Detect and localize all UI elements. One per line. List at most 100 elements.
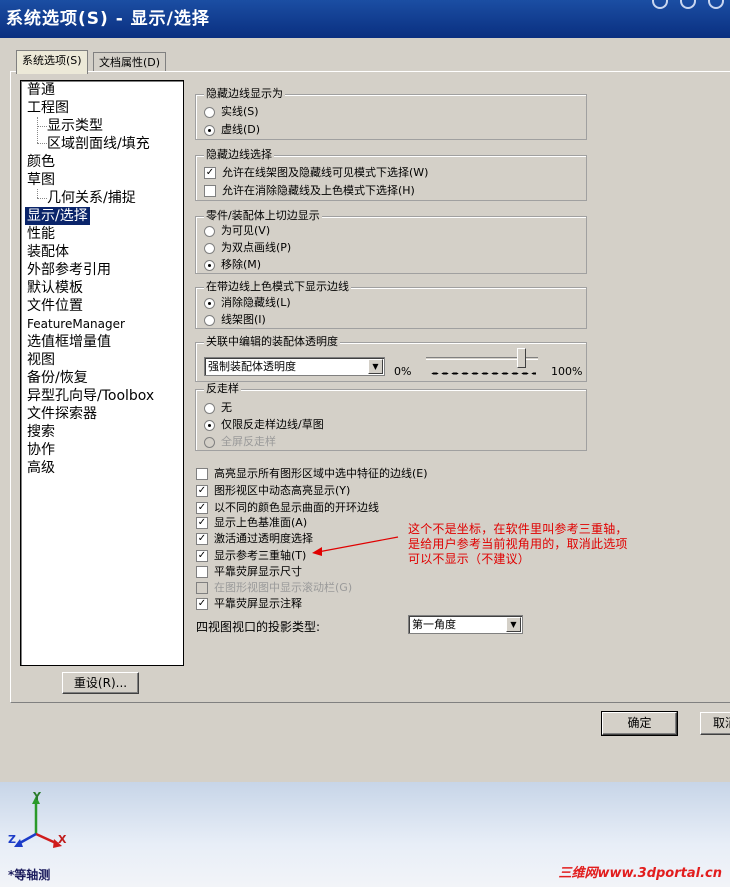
- option-label: 无: [221, 401, 232, 414]
- radio-hidden-lines-removed[interactable]: 消除隐藏线(L): [204, 296, 291, 310]
- tree-item-display-style[interactable]: 显示类型: [47, 117, 103, 135]
- radio-button[interactable]: [204, 225, 215, 237]
- radio-removed[interactable]: 移除(M): [204, 258, 261, 272]
- transparency-mode-select[interactable]: 强制装配体透明度 ▼: [204, 357, 385, 376]
- tree-item-area-hatch[interactable]: 区域剖面线/填充: [47, 135, 150, 153]
- transparency-slider-thumb[interactable]: [517, 348, 527, 368]
- group-title: 反走样: [204, 382, 241, 396]
- option-label: 仅限反走样边线/草图: [221, 418, 324, 431]
- tree-item-hole-wizard-toolbox[interactable]: 异型孔向导/Toolbox: [27, 387, 154, 405]
- checkbox-scrollbars[interactable]: 在图形视图中显示滚动栏(G): [196, 581, 352, 595]
- checkbox-reference-triad[interactable]: ✓ 显示参考三重轴(T): [196, 549, 306, 563]
- tree-item-backup-recover[interactable]: 备份/恢复: [27, 369, 88, 387]
- tree-item-relations-snaps[interactable]: 几何关系/捕捉: [47, 189, 136, 207]
- checkbox[interactable]: [196, 582, 208, 594]
- axis-y-label: Y: [33, 790, 41, 803]
- checkbox-allow-wireframe-select[interactable]: ✓ 允许在线架图及隐藏线可见模式下选择(W): [204, 166, 428, 180]
- radio-visible[interactable]: 为可见(V): [204, 224, 270, 238]
- checkbox[interactable]: ✓: [204, 167, 216, 179]
- radio-wireframe[interactable]: 线架图(I): [204, 313, 266, 327]
- checkbox[interactable]: [196, 566, 208, 578]
- radio-aa-full-scene[interactable]: 全屏反走样: [204, 435, 276, 449]
- tree-item-general[interactable]: 普通: [27, 81, 55, 99]
- checkbox[interactable]: ✓: [196, 485, 208, 497]
- tab-system-options[interactable]: 系统选项(S): [16, 50, 88, 74]
- dropdown-arrow-icon[interactable]: ▼: [368, 359, 383, 374]
- watermark: 三维网www.3dportal.cn: [558, 866, 722, 881]
- radio-button[interactable]: [204, 402, 215, 414]
- radio-aa-edges-sketches[interactable]: 仅限反走样边线/草图: [204, 418, 324, 432]
- tree-item-spin-box-increments[interactable]: 选值框增量值: [27, 333, 111, 351]
- select-value: 第一角度: [412, 618, 456, 631]
- radio-phantom[interactable]: 为双点画线(P): [204, 241, 291, 255]
- option-label: 线架图(I): [221, 313, 266, 326]
- tree-item-performance[interactable]: 性能: [27, 225, 55, 243]
- tree-item-assemblies[interactable]: 装配体: [27, 243, 69, 261]
- option-label: 虚线(D): [221, 123, 261, 136]
- checkbox-label: 高亮显示所有图形区域中选中特征的边线(E): [214, 467, 428, 480]
- radio-aa-none[interactable]: 无: [204, 401, 232, 415]
- radio-button[interactable]: [204, 314, 215, 326]
- checkbox-label: 平靠荧屏显示注释: [214, 597, 302, 610]
- tree-item-default-templates[interactable]: 默认模板: [27, 279, 83, 297]
- tree-item-collaboration[interactable]: 协作: [27, 441, 55, 459]
- checkbox-shaded-planes[interactable]: ✓ 显示上色基准面(A): [196, 516, 307, 530]
- tree-item-sketch[interactable]: 草图: [27, 171, 55, 189]
- checkbox[interactable]: ✓: [196, 517, 208, 529]
- ok-button[interactable]: 确定: [601, 711, 678, 736]
- tree-item-colors[interactable]: 颜色: [27, 153, 55, 171]
- checkbox-open-edges-color[interactable]: ✓ 以不同的颜色显示曲面的开环边线: [196, 501, 379, 515]
- tree-connector: [37, 126, 47, 127]
- tab-label: 文档属性(D): [99, 56, 161, 69]
- radio-button[interactable]: [204, 106, 215, 118]
- tree-item-search[interactable]: 搜索: [27, 423, 55, 441]
- checkbox[interactable]: [204, 185, 216, 197]
- annotation-note: 这个不是坐标，在软件里叫参考三重轴， 是给用户参考当前视角用的，取消此选项 可以…: [408, 522, 628, 566]
- option-label: 允许在消除隐藏线及上色模式下选择(H): [222, 184, 415, 197]
- checkbox-flat-dimensions[interactable]: 平靠荧屏显示尺寸: [196, 565, 302, 579]
- group-title: 隐藏边线显示为: [204, 87, 285, 101]
- tree-item-advanced[interactable]: 高级: [27, 459, 55, 477]
- tree-item-file-explorer[interactable]: 文件探索器: [27, 405, 97, 423]
- tree-item-file-locations[interactable]: 文件位置: [27, 297, 83, 315]
- reset-button[interactable]: 重设(R)...: [62, 672, 139, 694]
- group-title: 关联中编辑的装配体透明度: [204, 335, 340, 349]
- dropdown-arrow-icon[interactable]: ▼: [506, 617, 521, 632]
- checkbox[interactable]: ✓: [196, 550, 208, 562]
- projection-type-select[interactable]: 第一角度 ▼: [408, 615, 523, 634]
- magnifier-icon[interactable]: [708, 0, 724, 9]
- radio-button[interactable]: [204, 297, 215, 309]
- radio-button[interactable]: [204, 436, 215, 448]
- checkbox[interactable]: [196, 468, 208, 480]
- checkbox[interactable]: ✓: [196, 533, 208, 545]
- radio-button[interactable]: [204, 419, 215, 431]
- magnifier-icon[interactable]: [680, 0, 696, 9]
- checkbox-label: 显示参考三重轴(T): [214, 549, 307, 562]
- radio-solid[interactable]: 实线(S): [204, 105, 259, 119]
- tree-item-external-references[interactable]: 外部参考引用: [27, 261, 111, 279]
- tree-item-display-selection[interactable]: 显示/选择: [25, 207, 90, 225]
- tree-item-featuremanager[interactable]: FeatureManager: [27, 315, 125, 333]
- checkbox-dynamic-highlight[interactable]: ✓ 图形视区中动态高亮显示(Y): [196, 484, 350, 498]
- checkbox-allow-hlr-select[interactable]: 允许在消除隐藏线及上色模式下选择(H): [204, 184, 415, 198]
- checkbox-flat-annotations[interactable]: ✓ 平靠荧屏显示注释: [196, 597, 302, 611]
- window-title-bar: 系统选项(S) - 显示/选择: [0, 0, 730, 38]
- tree-item-drawings[interactable]: 工程图: [27, 99, 69, 117]
- checkbox[interactable]: ✓: [196, 502, 208, 514]
- checkbox[interactable]: ✓: [196, 598, 208, 610]
- radio-dashed[interactable]: 虚线(D): [204, 123, 260, 137]
- toolbar-icons: [652, 0, 724, 10]
- graphics-area[interactable]: Y X Z *等轴测 三维网www.3dportal.cn: [0, 782, 730, 887]
- checkbox-label: 在图形视图中显示滚动栏(G): [214, 581, 353, 594]
- checkbox-highlight-edges[interactable]: 高亮显示所有图形区域中选中特征的边线(E): [196, 467, 428, 481]
- options-tree[interactable]: 普通 工程图 显示类型 区域剖面线/填充 颜色 草图 几何关系/捕捉 显示/选择…: [20, 80, 184, 666]
- magnifier-icon[interactable]: [652, 0, 668, 9]
- tree-connector: [37, 117, 38, 143]
- radio-button[interactable]: [204, 259, 215, 271]
- radio-button[interactable]: [204, 242, 215, 254]
- checkbox-select-through-transparency[interactable]: ✓ 激活通过透明度选择: [196, 532, 313, 546]
- radio-button[interactable]: [204, 124, 215, 136]
- cancel-button[interactable]: 取消: [700, 712, 730, 735]
- tree-connector: [37, 143, 47, 144]
- tree-item-view[interactable]: 视图: [27, 351, 55, 369]
